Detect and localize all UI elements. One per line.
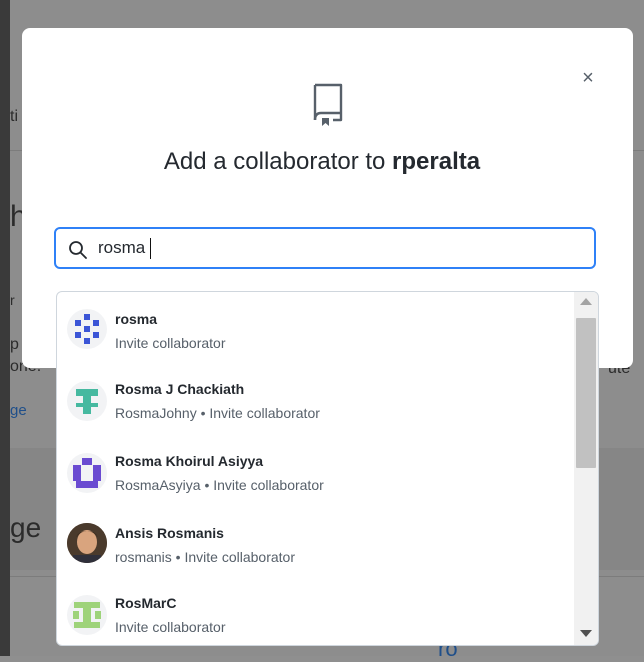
- text-caret: [150, 238, 151, 259]
- result-subtitle: RosmaJohny • Invite collaborator: [115, 405, 320, 421]
- close-icon: ×: [582, 67, 594, 89]
- dialog-title-prefix: Add a collaborator to: [163, 148, 393, 175]
- list-item[interactable]: Rosma Khoirul Asiyya RosmaAsyiya • Invit…: [57, 439, 573, 511]
- identicon-icon: [73, 458, 101, 488]
- repo-name: rperalta: [392, 148, 481, 175]
- result-subtitle: rosmanis • Invite collaborator: [115, 549, 295, 565]
- bg-heading: ge: [10, 512, 42, 543]
- repo-icon: [313, 83, 343, 126]
- result-name: Rosma Khoirul Asiyya: [115, 453, 264, 469]
- result-name: rosma: [115, 311, 158, 327]
- list-item[interactable]: Rosma J Chackiath RosmaJohny • Invite co…: [57, 367, 573, 439]
- result-subtitle: Invite collaborator: [115, 619, 226, 635]
- scrollbar-thumb[interactable]: [576, 318, 596, 468]
- list-item[interactable]: Ansis Rosmanis rosmanis • Invite collabo…: [57, 511, 573, 583]
- list-item[interactable]: rosma Invite collaborator: [57, 295, 573, 367]
- identicon-icon: [73, 602, 101, 628]
- bg-text: ti: [10, 108, 18, 125]
- identicon-icon: [75, 314, 99, 344]
- bg-text: r: [10, 292, 15, 308]
- scroll-up-icon[interactable]: [580, 298, 592, 305]
- result-subtitle: Invite collaborator: [115, 335, 226, 351]
- avatar: [67, 381, 107, 421]
- user-photo-icon: [67, 523, 107, 563]
- search-input[interactable]: [98, 236, 578, 260]
- bg-link: ge: [10, 402, 27, 419]
- window-edge: [0, 0, 10, 656]
- avatar: [67, 309, 107, 349]
- avatar: [67, 595, 107, 635]
- avatar: [67, 523, 107, 563]
- avatar: [67, 453, 107, 493]
- bg-text: p: [10, 336, 19, 353]
- close-button[interactable]: ×: [574, 64, 602, 92]
- result-subtitle: RosmaAsyiya • Invite collaborator: [115, 477, 324, 493]
- suggestions-list: rosma Invite collaborator Rosma J Chacki…: [56, 291, 599, 646]
- list-item[interactable]: RosMarC Invite collaborator: [57, 583, 573, 645]
- result-name: Rosma J Chackiath: [115, 381, 245, 397]
- identicon-icon: [76, 389, 98, 414]
- result-name: RosMarC: [115, 595, 177, 611]
- scrollbar[interactable]: [574, 292, 598, 645]
- scroll-down-icon[interactable]: [580, 630, 592, 637]
- dialog-title: Add a collaborator to rperalta: [0, 148, 644, 176]
- result-name: Ansis Rosmanis: [115, 525, 224, 541]
- search-icon: [69, 241, 87, 259]
